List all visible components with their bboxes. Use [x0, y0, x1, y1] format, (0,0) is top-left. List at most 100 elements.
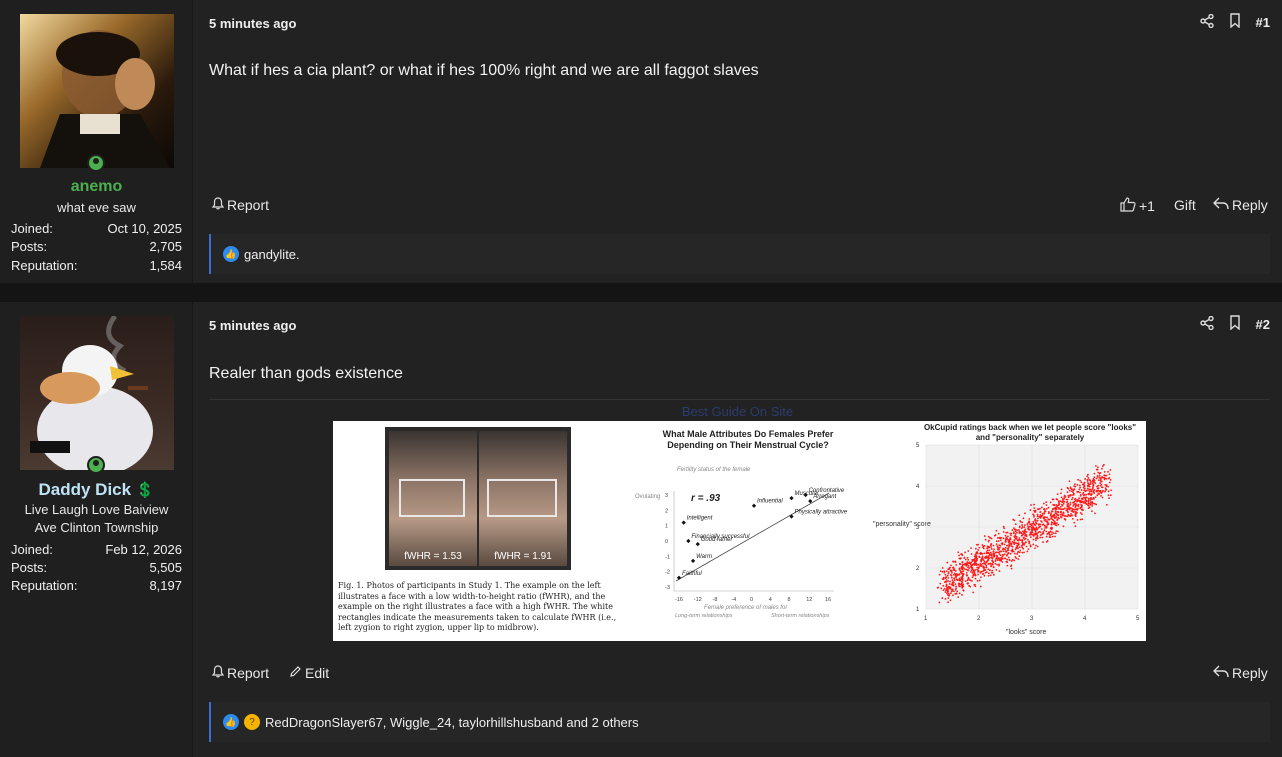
scatter-point — [952, 573, 955, 576]
scatter-point — [1056, 498, 1059, 501]
user-title-line-2: Ave Clinton Township — [34, 520, 159, 535]
scatter-point — [1100, 483, 1103, 486]
scatter-point — [947, 597, 950, 600]
scatter-point — [1082, 486, 1085, 489]
scatter-point — [958, 554, 960, 557]
scatter-point — [1028, 542, 1031, 545]
scatter-point — [1021, 541, 1024, 544]
reactions-bar[interactable]: 👍 gandylite. — [209, 234, 1270, 274]
avatar[interactable] — [20, 316, 174, 470]
scatter-point — [1018, 546, 1021, 549]
report-label: Report — [227, 197, 270, 213]
scatter-point — [1036, 545, 1039, 548]
scatter-point — [1059, 511, 1062, 514]
reaction-users[interactable]: RedDragonSlayer67, Wiggle_24, taylorhill… — [265, 715, 639, 730]
scatter-point — [992, 550, 995, 553]
scatter-point — [1093, 502, 1096, 505]
scatter-point — [1072, 489, 1075, 492]
scatter-point — [961, 561, 964, 564]
scatter-point — [1010, 543, 1013, 545]
scatter-point — [997, 532, 1000, 535]
scatter-point — [1035, 539, 1037, 542]
data-point-label: Warm — [696, 554, 712, 560]
scatter-point — [1065, 498, 1068, 501]
report-button[interactable]: Report — [211, 665, 269, 681]
bookmark-icon[interactable] — [1228, 13, 1242, 31]
scatter-point — [1052, 519, 1055, 521]
scatter-point — [1067, 513, 1070, 516]
reaction-users[interactable]: gandylite. — [244, 247, 300, 262]
post-number[interactable]: #1 — [1256, 15, 1270, 30]
scatter-point — [987, 568, 990, 571]
link-preview-title[interactable]: Best Guide On Site — [193, 404, 1282, 419]
share-icon[interactable] — [1199, 13, 1214, 31]
scatter-point — [983, 560, 986, 563]
y-tick-label: 2 — [916, 566, 920, 572]
scatter-point — [1062, 503, 1065, 505]
bookmark-icon[interactable] — [1228, 315, 1242, 333]
avatar[interactable] — [20, 14, 174, 168]
scatter-point — [1060, 516, 1063, 519]
scatter-point — [983, 535, 986, 537]
scatter-point — [975, 543, 978, 546]
gift-button[interactable]: Gift — [1174, 197, 1196, 213]
scatter-point — [1076, 483, 1079, 486]
scatter-point — [1005, 531, 1008, 534]
y-tick-label: -1 — [665, 554, 670, 560]
scatter-point — [1079, 518, 1082, 521]
scatter-point — [940, 587, 943, 590]
scatter-point — [1018, 514, 1021, 517]
scatter-point — [1104, 489, 1107, 491]
post-number[interactable]: #2 — [1256, 317, 1270, 332]
like-reaction-icon: 👍 — [223, 246, 239, 262]
post-date[interactable]: 5 minutes ago — [209, 318, 296, 333]
scatter-point — [980, 570, 983, 573]
scatter-point — [973, 574, 976, 576]
share-icon[interactable] — [1199, 315, 1214, 333]
scatter-point — [1057, 504, 1060, 506]
scatter-point — [970, 553, 973, 555]
scatter-point — [979, 551, 982, 554]
scatter-point — [1086, 484, 1089, 487]
scatter-point — [951, 583, 953, 586]
scatter-point — [1074, 497, 1077, 500]
scatter-point — [1018, 530, 1021, 533]
reply-button[interactable]: Reply — [1213, 665, 1268, 681]
x-tick-label: -8 — [713, 597, 718, 603]
reply-button[interactable]: Reply — [1213, 197, 1268, 213]
scatter-point — [1042, 508, 1045, 511]
scatter-point — [1066, 486, 1069, 489]
scatter-point — [1053, 516, 1056, 519]
scatter-point — [1086, 475, 1089, 478]
scatter-point — [957, 573, 960, 576]
scatter-point — [989, 551, 992, 554]
scatter-point — [1083, 496, 1085, 499]
username[interactable]: Daddy Dick 💲 — [0, 480, 193, 500]
scatter-point — [1008, 545, 1010, 548]
scatter-point — [1077, 478, 1079, 481]
scatter-point — [1071, 494, 1074, 496]
edit-button[interactable]: Edit — [289, 665, 329, 681]
stat-label: Reputation: — [11, 578, 78, 593]
username-text: Daddy Dick — [38, 480, 132, 499]
scatter-point — [995, 540, 998, 543]
scatter-point — [1042, 530, 1045, 533]
scatter-point — [1098, 477, 1101, 479]
scatter-point — [1087, 499, 1090, 502]
stat-posts: Posts: 5,505 — [11, 560, 182, 575]
scatter-point — [942, 584, 945, 587]
report-button[interactable]: Report — [211, 197, 270, 213]
scatter-point — [1055, 513, 1058, 515]
scatter-point — [1085, 496, 1088, 499]
scatter-point — [955, 585, 958, 588]
post-date[interactable]: 5 minutes ago — [209, 16, 296, 31]
scatter-point — [1008, 543, 1011, 546]
scatter-point — [962, 573, 965, 576]
attached-image[interactable]: fWHR = 1.53 fWHR = 1.91 Fig. 1. Photos o… — [333, 421, 1146, 641]
scatter-point — [974, 563, 977, 566]
like-button[interactable]: +1 — [1120, 197, 1155, 215]
scatter-point — [1101, 467, 1103, 470]
username[interactable]: anemo — [0, 178, 193, 196]
scatter-point — [1081, 493, 1084, 495]
reactions-bar[interactable]: 👍 ? RedDragonSlayer67, Wiggle_24, taylor… — [209, 702, 1270, 742]
